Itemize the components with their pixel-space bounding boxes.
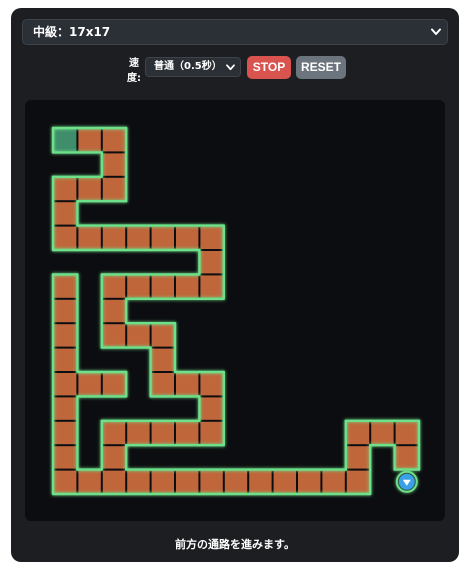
path-tile bbox=[395, 421, 418, 445]
path-tile bbox=[54, 397, 77, 420]
path-tile bbox=[395, 446, 418, 469]
reset-button[interactable]: RESET bbox=[296, 56, 346, 79]
speed-label: 速度: bbox=[127, 58, 141, 84]
player-marker-icon bbox=[395, 470, 418, 493]
path-tile bbox=[102, 153, 126, 176]
path-tile bbox=[151, 324, 174, 347]
path-tile bbox=[224, 470, 248, 493]
path-tile bbox=[102, 275, 126, 298]
path-tile bbox=[102, 129, 126, 152]
level-select-value: 中級：17x17 bbox=[33, 25, 111, 39]
path-tile bbox=[102, 470, 126, 493]
path-tile bbox=[78, 177, 101, 201]
path-tile bbox=[371, 421, 394, 445]
path-tile bbox=[54, 275, 77, 298]
path-tile bbox=[176, 470, 199, 493]
path-tile bbox=[298, 470, 321, 493]
path-tile bbox=[78, 470, 101, 493]
path-tile bbox=[176, 226, 199, 249]
path-tile bbox=[151, 226, 174, 249]
path-tile bbox=[54, 202, 77, 225]
path-tile bbox=[151, 421, 174, 445]
path-tile bbox=[346, 446, 370, 469]
path-tile bbox=[54, 348, 77, 371]
path-tile bbox=[127, 226, 150, 249]
path-tile bbox=[322, 470, 345, 493]
path-tile bbox=[200, 226, 223, 249]
path-tile bbox=[102, 299, 126, 323]
path-tile bbox=[54, 226, 77, 249]
game-panel: 中級：17x17 速度: 普通（0.5秒） STOP RESET 前方の通路を進… bbox=[11, 8, 459, 562]
path-tile bbox=[102, 446, 126, 469]
path-tile bbox=[127, 470, 150, 493]
path-tile bbox=[200, 397, 223, 420]
path-tile bbox=[273, 470, 296, 493]
path-tile bbox=[78, 129, 101, 152]
path-tile bbox=[54, 470, 77, 493]
chevron-down-icon bbox=[431, 28, 441, 35]
path-tile bbox=[151, 348, 174, 371]
path-tile bbox=[102, 373, 126, 396]
path-tile bbox=[346, 421, 370, 445]
path-tile bbox=[151, 275, 174, 298]
path-tile bbox=[54, 373, 77, 396]
path-tile bbox=[127, 421, 150, 445]
path-tile bbox=[200, 251, 223, 274]
path-tile bbox=[127, 324, 150, 347]
path-tile bbox=[200, 275, 223, 298]
path-tile bbox=[78, 226, 101, 249]
level-select[interactable]: 中級：17x17 bbox=[22, 19, 448, 45]
path-tile bbox=[54, 324, 77, 347]
controls-bar: 速度: 普通（0.5秒） STOP RESET bbox=[11, 52, 459, 86]
path-tile bbox=[54, 446, 77, 469]
path-tile bbox=[176, 373, 199, 396]
path-tile bbox=[249, 470, 272, 493]
path-tile bbox=[151, 470, 174, 493]
stop-button[interactable]: STOP bbox=[247, 56, 291, 79]
path-tile bbox=[176, 421, 199, 445]
path-tile bbox=[200, 373, 223, 396]
start-tile bbox=[54, 129, 77, 152]
maze-board bbox=[25, 100, 445, 521]
path-tile bbox=[151, 373, 174, 396]
chevron-down-icon bbox=[226, 64, 235, 71]
path-tile bbox=[102, 324, 126, 347]
path-tile bbox=[176, 275, 199, 298]
path-tile bbox=[200, 470, 223, 493]
speed-select[interactable]: 普通（0.5秒） bbox=[145, 57, 241, 77]
path-tile bbox=[54, 421, 77, 445]
maze-grid bbox=[51, 126, 421, 496]
path-tile bbox=[78, 373, 101, 396]
path-tile bbox=[54, 177, 77, 201]
path-tile bbox=[127, 275, 150, 298]
path-tile bbox=[200, 421, 223, 445]
path-tile bbox=[102, 421, 126, 445]
path-tile bbox=[54, 299, 77, 323]
path-tile bbox=[102, 226, 126, 249]
path-tile bbox=[102, 177, 126, 201]
status-message: 前方の通路を進みます。 bbox=[175, 538, 295, 551]
path-tile bbox=[346, 470, 370, 493]
speed-select-value: 普通（0.5秒） bbox=[154, 61, 222, 72]
